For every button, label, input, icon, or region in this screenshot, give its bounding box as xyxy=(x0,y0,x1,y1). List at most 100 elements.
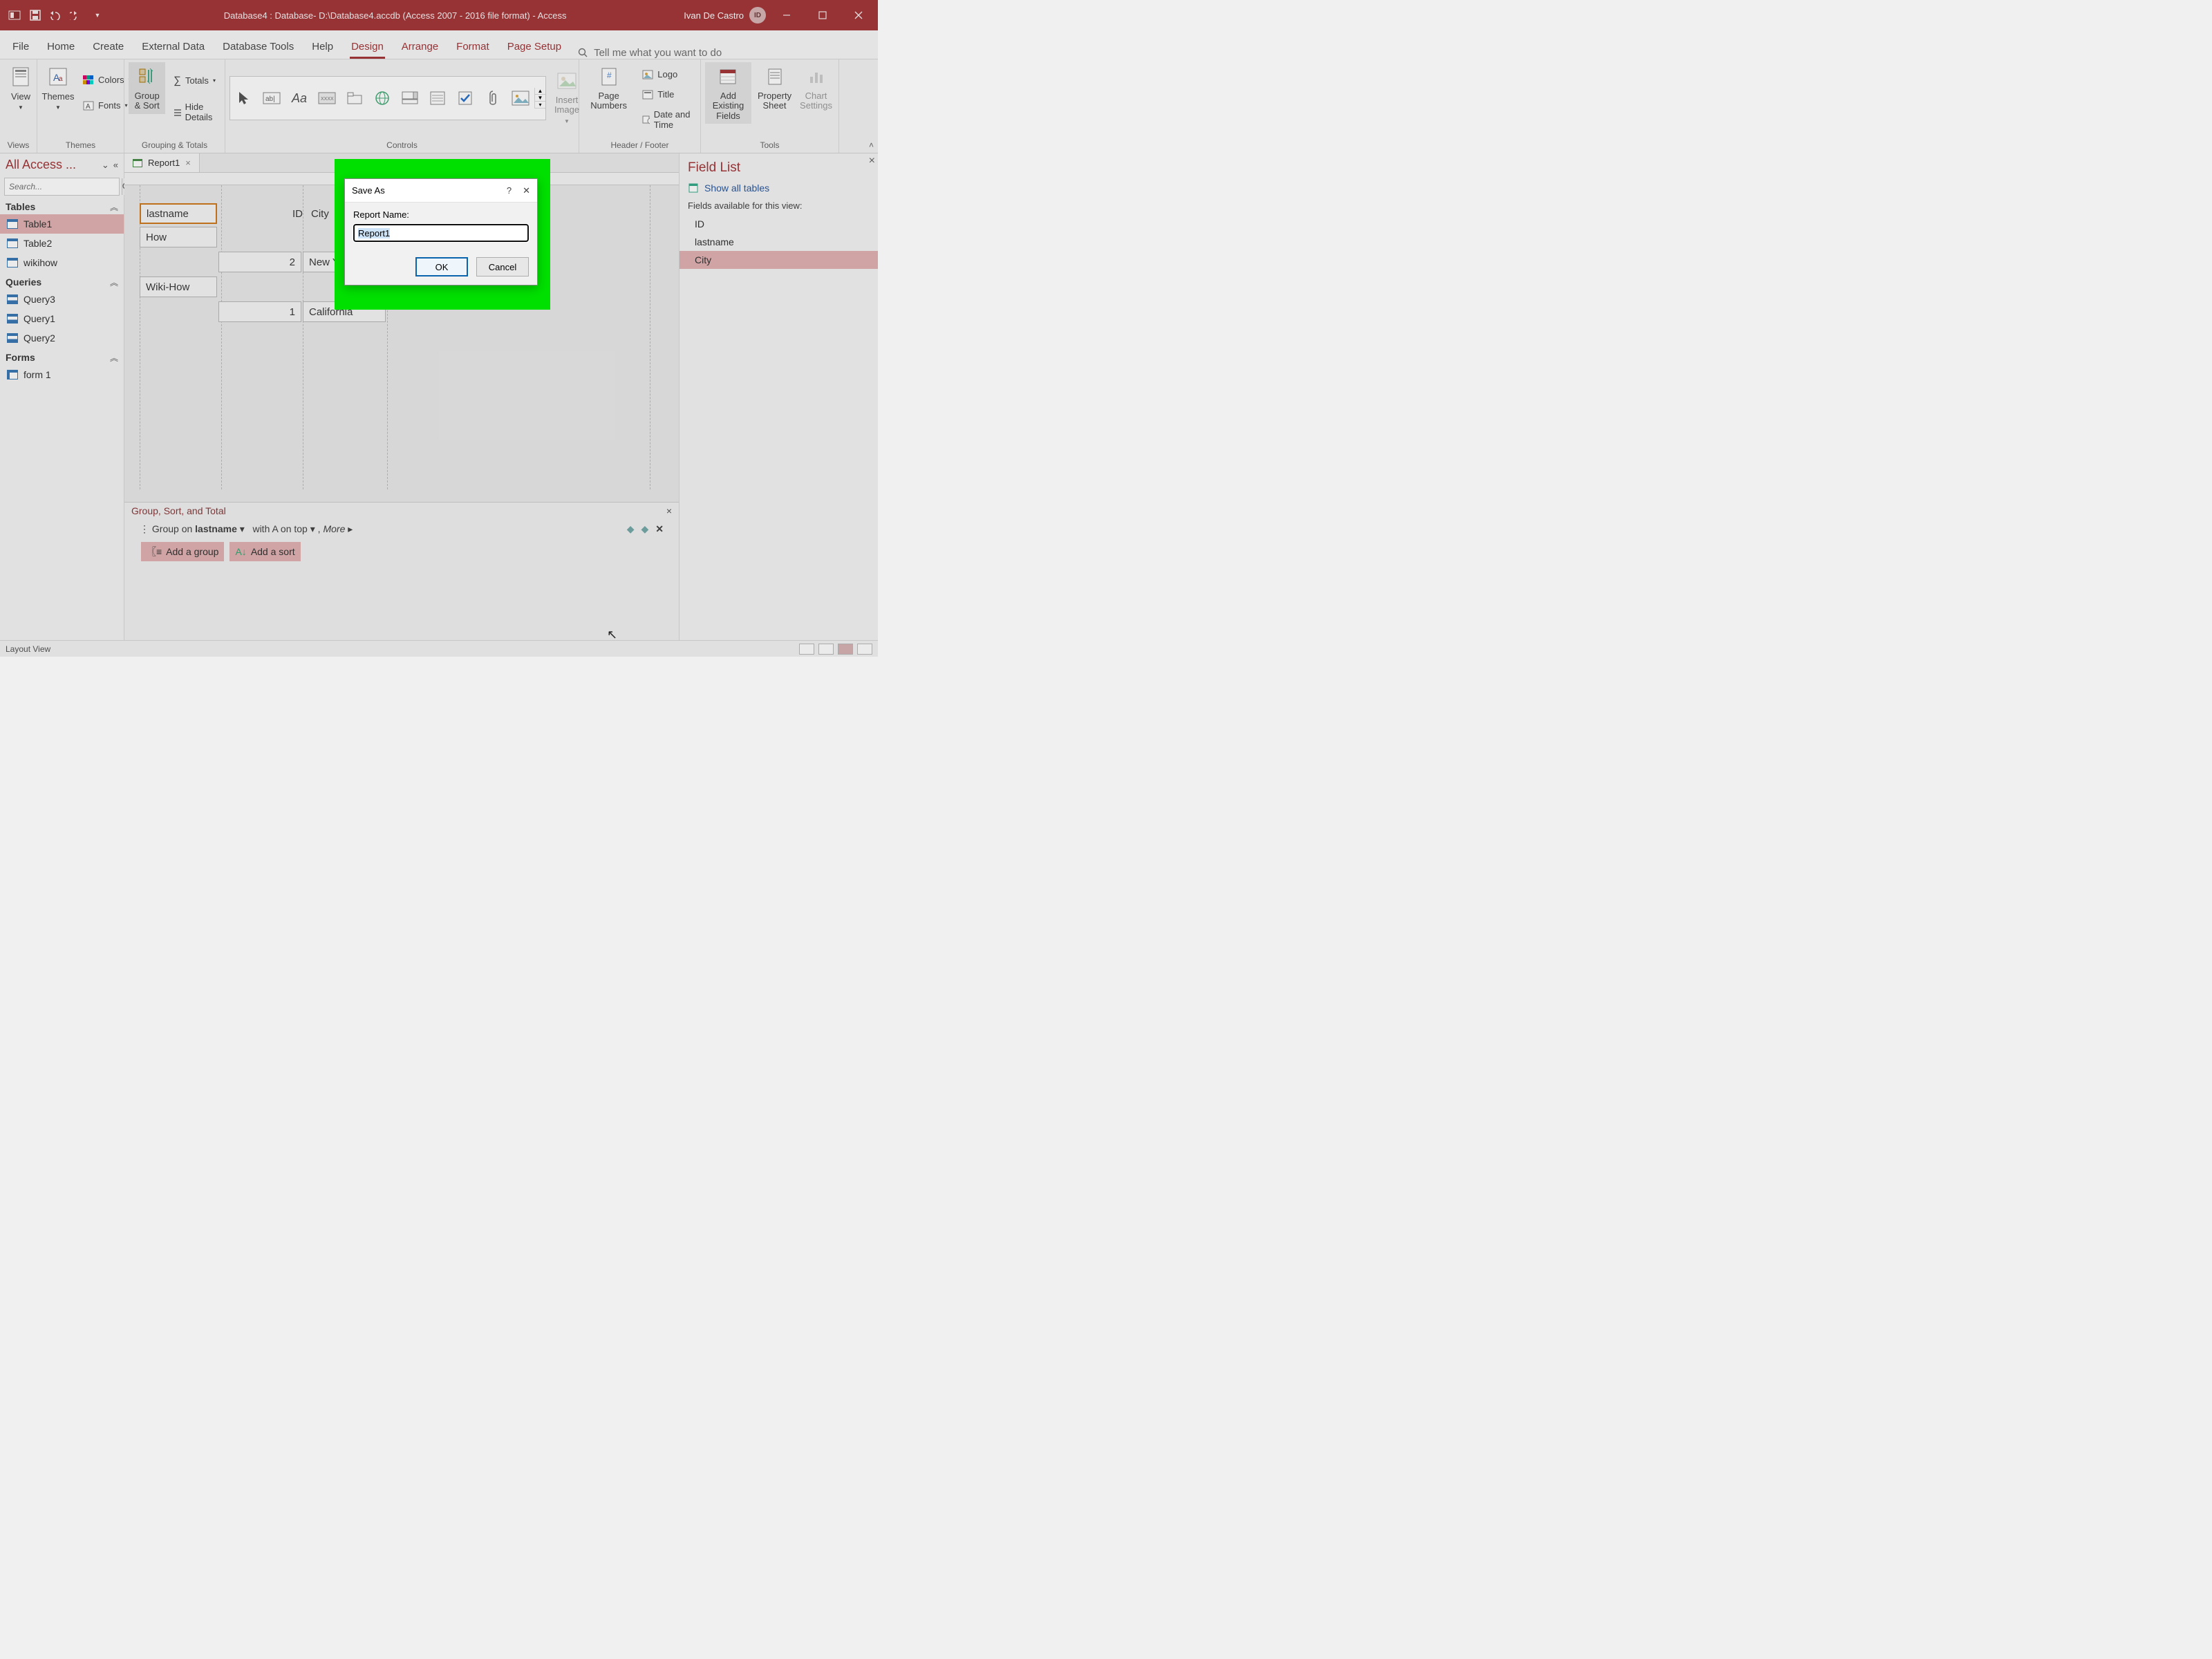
add-sort-button[interactable]: A↓Add a sort xyxy=(229,542,300,561)
tab-external-data[interactable]: External Data xyxy=(140,35,206,59)
nav-search[interactable] xyxy=(4,178,120,196)
dialog-help-icon[interactable]: ? xyxy=(507,185,512,196)
close-group-panel-icon[interactable]: × xyxy=(666,505,672,516)
title-button[interactable]: Title xyxy=(638,86,696,102)
hide-details-button[interactable]: Hide Details xyxy=(169,99,221,125)
property-sheet-button[interactable]: Property Sheet xyxy=(756,62,794,114)
textbox-control-icon[interactable]: ab| xyxy=(258,79,285,118)
collapse-icon[interactable]: ︽ xyxy=(110,201,118,213)
controls-gallery[interactable]: ab| Aa XXXX ▲▼▾ xyxy=(229,76,546,120)
nav-search-input[interactable] xyxy=(5,178,122,195)
nav-item-wikihow[interactable]: wikihow xyxy=(0,253,124,272)
nav-item-query1[interactable]: Query1 xyxy=(0,309,124,328)
collapse-icon[interactable]: ︽ xyxy=(110,352,118,364)
logo-button[interactable]: Logo xyxy=(638,66,696,82)
link-control-icon[interactable] xyxy=(368,79,396,118)
close-field-list-icon[interactable]: × xyxy=(869,155,875,167)
field-id[interactable]: ID xyxy=(679,215,878,233)
layout-view-icon[interactable] xyxy=(838,644,853,655)
show-all-tables-link[interactable]: Show all tables xyxy=(679,180,878,196)
close-icon[interactable] xyxy=(843,0,874,30)
field-city[interactable]: City xyxy=(679,251,878,269)
print-preview-icon[interactable] xyxy=(818,644,834,655)
gallery-more-icon[interactable]: ▾ xyxy=(535,102,545,109)
nav-collapse-icon[interactable]: « xyxy=(113,160,118,171)
collapse-icon[interactable]: ︽ xyxy=(110,276,118,288)
tab-arrange[interactable]: Arrange xyxy=(400,35,440,59)
dialog-close-icon[interactable]: ✕ xyxy=(523,185,530,196)
tab-page-setup[interactable]: Page Setup xyxy=(506,35,563,59)
select-control-icon[interactable] xyxy=(230,79,258,118)
document-tab-report1[interactable]: Report1 × xyxy=(124,153,200,172)
ribbon-tabs: File Home Create External Data Database … xyxy=(0,30,878,59)
group-sort-button[interactable]: Group & Sort xyxy=(129,62,165,114)
nav-dropdown-icon[interactable]: ⌄ xyxy=(102,160,109,171)
nav-item-table2[interactable]: Table2 xyxy=(0,234,124,253)
close-tab-icon[interactable]: × xyxy=(185,158,191,168)
nav-item-query3[interactable]: Query3 xyxy=(0,290,124,309)
collapse-ribbon-icon[interactable]: ˄ xyxy=(869,140,874,150)
tab-database-tools[interactable]: Database Tools xyxy=(221,35,295,59)
totals-button[interactable]: ∑Totals ▾ xyxy=(169,72,221,89)
tab-create[interactable]: Create xyxy=(91,35,125,59)
attachment-control-icon[interactable] xyxy=(479,79,507,118)
themes-icon: Aa xyxy=(46,65,70,88)
label-control-icon[interactable]: Aa xyxy=(285,79,313,118)
tab-design[interactable]: Design xyxy=(350,35,385,59)
tab-help[interactable]: Help xyxy=(310,35,335,59)
maximize-icon[interactable] xyxy=(807,0,838,30)
checkbox-control-icon[interactable] xyxy=(451,79,479,118)
hide-details-icon xyxy=(174,107,180,117)
group-row[interactable]: ⋮ Group on lastname ▾ with A on top ▾ , … xyxy=(124,519,679,539)
design-view-icon[interactable] xyxy=(857,644,872,655)
page-numbers-button[interactable]: #Page Numbers xyxy=(583,62,634,114)
delete-group-icon[interactable]: ✕ xyxy=(655,523,664,535)
report-name-input[interactable] xyxy=(353,224,529,242)
save-icon[interactable] xyxy=(26,6,44,24)
undo-icon[interactable] xyxy=(47,6,65,24)
report-view-icon[interactable] xyxy=(799,644,814,655)
tell-me-search[interactable]: Tell me what you want to do xyxy=(578,47,722,59)
nav-item-form1[interactable]: form 1 xyxy=(0,365,124,384)
cancel-button[interactable]: Cancel xyxy=(476,257,529,276)
listbox-control-icon[interactable] xyxy=(424,79,451,118)
view-button[interactable]: View▼ xyxy=(4,62,37,113)
add-existing-fields-button[interactable]: Add Existing Fields xyxy=(705,62,751,124)
combobox-control-icon[interactable] xyxy=(396,79,424,118)
button-control-icon[interactable]: XXXX xyxy=(313,79,341,118)
themes-button[interactable]: AaThemes▼ xyxy=(41,62,75,113)
image-control-icon[interactable] xyxy=(507,79,534,118)
nav-item-table1[interactable]: Table1 xyxy=(0,214,124,234)
move-up-icon[interactable]: ◆ xyxy=(627,523,635,535)
date-time-button[interactable]: Date and Time xyxy=(638,106,696,133)
minimize-icon[interactable] xyxy=(771,0,802,30)
gallery-up-icon[interactable]: ▲ xyxy=(535,88,545,95)
cell-lastname-1[interactable]: Wiki-How xyxy=(140,276,217,297)
field-lastname[interactable]: lastname xyxy=(679,233,878,251)
user-avatar[interactable]: ID xyxy=(749,7,766,24)
nav-item-query2[interactable]: Query2 xyxy=(0,328,124,348)
move-down-icon[interactable]: ◆ xyxy=(641,523,648,535)
tab-format[interactable]: Format xyxy=(455,35,491,59)
cell-lastname-0[interactable]: How xyxy=(140,227,217,247)
tab-file[interactable]: File xyxy=(11,35,30,59)
cell-id-1[interactable]: 1 xyxy=(218,301,301,322)
tab-home[interactable]: Home xyxy=(46,35,76,59)
gallery-down-icon[interactable]: ▼ xyxy=(535,95,545,102)
nav-section-forms[interactable]: Forms xyxy=(6,352,35,364)
header-lastname[interactable]: lastname xyxy=(140,203,217,224)
tab-control-icon[interactable] xyxy=(341,79,368,118)
add-group-icon: 〖≡ xyxy=(147,545,162,559)
ok-button[interactable]: OK xyxy=(415,257,468,276)
field-list-title: Field List xyxy=(679,153,878,180)
cell-id-0[interactable]: 2 xyxy=(218,252,301,272)
redo-icon[interactable] xyxy=(68,6,86,24)
nav-section-queries[interactable]: Queries xyxy=(6,276,41,288)
svg-text:XXXX: XXXX xyxy=(321,97,334,102)
add-group-button[interactable]: 〖≡Add a group xyxy=(141,542,224,561)
chart-settings-button: Chart Settings xyxy=(798,62,834,114)
qat-customize-icon[interactable]: ▼ xyxy=(88,6,106,24)
svg-text:A: A xyxy=(86,103,91,111)
header-id[interactable]: ID xyxy=(287,203,303,224)
nav-section-tables[interactable]: Tables xyxy=(6,201,35,213)
